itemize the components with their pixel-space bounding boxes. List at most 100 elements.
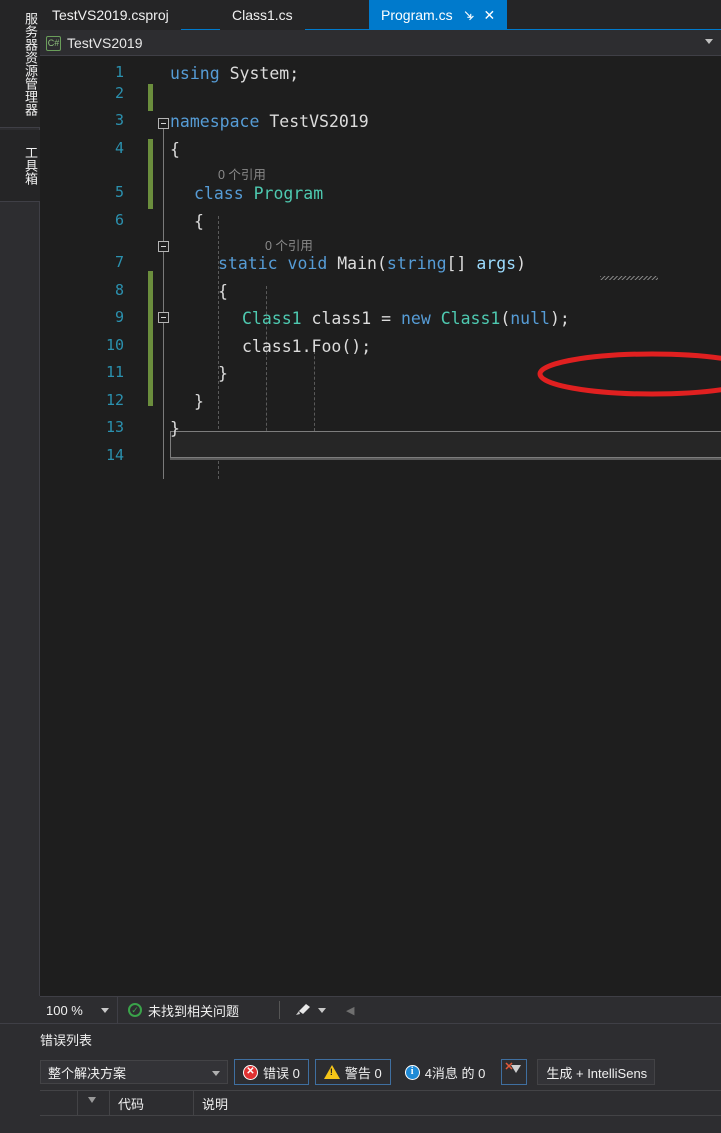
outline-collapse-box[interactable]: [158, 118, 169, 129]
code-token: {: [170, 140, 180, 159]
pin-icon[interactable]: ⇥: [459, 5, 477, 24]
code-token: Main(: [327, 254, 387, 273]
red-annotation-ellipse: [537, 351, 721, 397]
left-tool-dock: 服务器资源管理器 工具箱: [0, 0, 40, 996]
errors-filter-label: 错误 0: [263, 1065, 300, 1081]
code-line[interactable]: Class1 class1 = new Class1(null);: [242, 308, 570, 329]
error-list-rows[interactable]: [40, 1116, 721, 1133]
horizontal-scrollbar[interactable]: [170, 458, 721, 460]
chevron-down-icon[interactable]: [318, 1007, 327, 1013]
code-line[interactable]: using System;: [170, 63, 299, 84]
tab-testvs2019-csproj[interactable]: TestVS2019.csproj: [40, 0, 181, 30]
line-number: 1: [114, 63, 124, 81]
code-line[interactable]: class Program: [194, 183, 323, 204]
codelens-reference-count[interactable]: 0 个引用: [265, 235, 313, 254]
code-token: using: [170, 64, 220, 83]
tab-label: Class1.cs: [232, 7, 293, 23]
code-line[interactable]: {: [194, 211, 204, 232]
outline-collapse-box[interactable]: [158, 312, 169, 323]
navigation-bar: C# TestVS2019: [40, 31, 721, 56]
code-line[interactable]: }: [194, 391, 204, 412]
chevron-down-icon[interactable]: [212, 1071, 220, 1076]
tab-label: Program.cs: [381, 7, 453, 23]
code-token: class1.Foo();: [242, 337, 372, 356]
code-line[interactable]: static void Main(string[] args): [218, 253, 526, 274]
check-circle-icon: ✓: [128, 1003, 142, 1017]
code-token: TestVS2019: [259, 112, 369, 131]
line-number: 14: [105, 446, 124, 464]
line-number: 8: [114, 281, 124, 299]
errors-filter-button[interactable]: ✕ 错误 0: [234, 1059, 309, 1085]
line-number: 7: [114, 253, 124, 271]
code-editor[interactable]: 1 2 3 4 5 6 7 8 9 10 11 12 13 14 using System; namespa…: [40, 56, 721, 996]
column-header-sort[interactable]: [78, 1090, 110, 1116]
change-bar: [148, 84, 153, 111]
error-list-title: 错误列表: [40, 1033, 93, 1048]
scroll-left-icon[interactable]: ◀: [346, 1004, 354, 1017]
code-token: void: [287, 254, 328, 273]
zoom-level-control[interactable]: 100 %: [40, 996, 118, 1024]
code-line[interactable]: namespace TestVS2019: [170, 111, 369, 132]
csharp-project-icon: C#: [46, 35, 61, 51]
line-number: 12: [105, 391, 124, 409]
broom-icon: [296, 1004, 311, 1015]
code-token: {: [194, 212, 204, 231]
outlining-line: [163, 124, 164, 479]
column-header-severity[interactable]: [40, 1090, 78, 1116]
editor-status-bar: 100 % ✓ 未找到相关问题 ◀: [40, 996, 721, 1024]
code-token: (: [500, 309, 511, 328]
code-token: class: [194, 184, 244, 203]
visual-studio-window: 服务器资源管理器 工具箱 TestVS2019.csproj Class1.cs…: [0, 0, 721, 1133]
outline-collapse-box[interactable]: [158, 241, 169, 252]
code-line[interactable]: {: [170, 139, 180, 160]
code-line[interactable]: class1.Foo();: [242, 336, 371, 357]
code-line[interactable]: {: [218, 281, 228, 302]
code-token: Program: [253, 184, 324, 203]
messages-filter-button[interactable]: i 4消息 的 0: [399, 1059, 492, 1085]
line-number-gutter: 1 2 3 4 5 6 7 8 9 10 11 12 13 14: [40, 56, 130, 996]
tab-class1-cs[interactable]: Class1.cs: [220, 0, 305, 30]
code-cleanup-control[interactable]: [294, 1002, 327, 1018]
issue-status[interactable]: ✓ 未找到相关问题: [128, 1001, 239, 1020]
clear-filter-button[interactable]: ✕: [501, 1059, 528, 1085]
code-line[interactable]: }: [218, 363, 228, 384]
messages-filter-label: 4消息 的 0: [424, 1065, 486, 1081]
code-token: namespace: [170, 112, 260, 131]
line-number: 6: [114, 211, 124, 229]
code-token: System;: [219, 64, 300, 83]
tab-program-cs[interactable]: Program.cs ⇥ ✕: [369, 0, 508, 30]
info-icon: i: [404, 1064, 420, 1080]
close-icon[interactable]: ✕: [483, 7, 495, 24]
column-header-code[interactable]: 代码: [110, 1090, 194, 1116]
error-icon: ✕: [243, 1064, 258, 1080]
sidebar-tab-toolbox[interactable]: 工具箱: [0, 130, 40, 202]
status-divider: [279, 1001, 281, 1019]
build-source-dropdown[interactable]: 生成 + IntelliSens: [537, 1059, 656, 1085]
chevron-down-icon[interactable]: [705, 39, 713, 44]
indent-guide: [314, 346, 315, 431]
codelens-reference-count[interactable]: 0 个引用: [218, 164, 266, 183]
code-token: static: [218, 254, 278, 273]
sidebar-tab-server-explorer[interactable]: 服务器资源管理器: [0, 0, 40, 128]
warnings-filter-button[interactable]: 警告 0: [314, 1059, 391, 1085]
code-line[interactable]: }: [170, 418, 180, 439]
code-token: class1 =: [301, 309, 401, 328]
clear-filter-x-icon: ✕: [504, 1061, 514, 1073]
column-header-description[interactable]: 说明: [194, 1090, 721, 1116]
change-bar: [148, 139, 153, 209]
code-token: ): [516, 254, 527, 273]
code-token: args: [476, 254, 517, 273]
code-token: }: [218, 364, 228, 383]
chevron-down-icon[interactable]: [101, 1007, 109, 1013]
line-number: 2: [114, 84, 124, 102]
navbar-project-label[interactable]: TestVS2019: [67, 35, 143, 51]
code-token: string: [386, 254, 447, 273]
code-token: Class1: [440, 309, 501, 328]
line-number: 9: [114, 308, 124, 326]
scope-dropdown[interactable]: 整个解决方案: [40, 1060, 228, 1084]
error-list-toolbar: 整个解决方案 ✕ 错误 0 警告 0 i 4消息 的 0 ✕ 生成 + Inte…: [40, 1057, 721, 1087]
code-token: {: [218, 282, 228, 301]
code-token: Class1: [242, 309, 302, 328]
